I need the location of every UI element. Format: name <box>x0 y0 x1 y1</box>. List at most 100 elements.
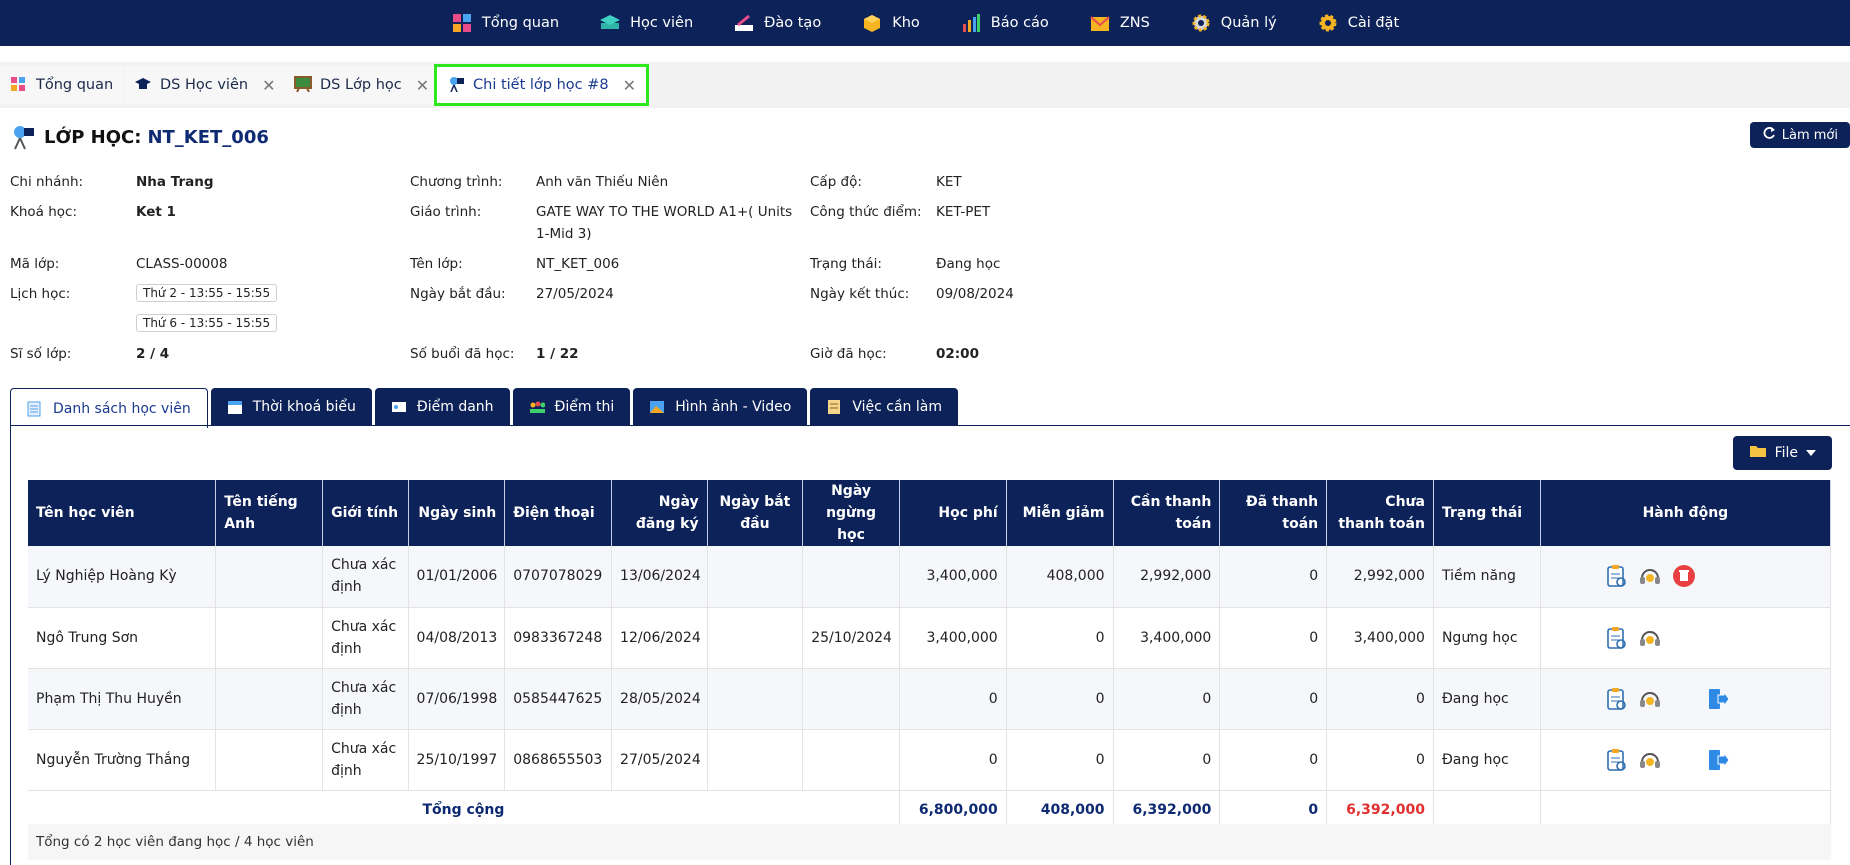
nav-overview[interactable]: Tổng quan <box>431 0 579 46</box>
clipboard-icon[interactable] <box>1603 747 1629 773</box>
column-header[interactable]: Trạng thái <box>1433 480 1541 546</box>
table-cell: 2,992,000 <box>1326 546 1434 608</box>
table-cell: 0868655503 <box>504 729 613 791</box>
column-header[interactable]: Giới tính <box>322 480 409 546</box>
table-cell <box>802 729 900 791</box>
table-row[interactable]: Lý Nghiệp Hoàng Kỳ Chưa xác định 01/01/200… <box>28 546 1832 608</box>
tab-student-list[interactable]: DS Học viên ✕ <box>124 66 286 104</box>
close-icon[interactable]: ✕ <box>262 76 275 95</box>
nav-manage[interactable]: Quản lý <box>1170 0 1297 46</box>
tab-class-list[interactable]: DS Lớp học ✕ <box>284 66 440 104</box>
headset-icon[interactable] <box>1637 625 1663 651</box>
curriculum-label: Giáo trình: <box>410 204 482 220</box>
table-cell: 2,992,000 <box>1113 546 1221 608</box>
students-icon <box>529 399 545 415</box>
column-header[interactable]: Điện thoại <box>504 480 613 546</box>
open-tabs-bar: Tổng quan DS Học viên ✕ DS Lớp học ✕ Chi… <box>0 62 1850 108</box>
section-tabs: Danh sách học viên Thời khoá biểu Điểm d… <box>10 388 958 428</box>
table-cell: Ngưng học <box>1433 607 1541 669</box>
table-cell <box>802 546 900 608</box>
table-cell <box>707 729 804 791</box>
table-cell: Chưa xác định <box>322 668 409 730</box>
nav-settings[interactable]: Cài đặt <box>1297 0 1419 46</box>
column-header[interactable]: Ngày đăng ký <box>611 480 708 546</box>
action-spacer <box>1671 747 1697 773</box>
column-header[interactable]: Học phí <box>899 480 1007 546</box>
column-header[interactable]: Ngày ngừng học <box>802 480 900 546</box>
column-header[interactable]: Miễn giảm <box>1006 480 1114 546</box>
tab-media[interactable]: Hình ảnh - Video <box>633 388 808 426</box>
nav-label: ZNS <box>1119 15 1150 31</box>
actions-cell <box>1540 607 1832 669</box>
tab-todo[interactable]: Việc cần làm <box>810 388 958 426</box>
table-cell: 0 <box>1219 668 1328 730</box>
curriculum-value: GATE WAY TO THE WORLD A1+( Units 1-Mid 3… <box>536 204 793 242</box>
file-menu-button[interactable]: File <box>1732 436 1832 470</box>
table-row[interactable]: Phạm Thị Thu Huyền Chưa xác định 07/06/199… <box>28 668 1832 730</box>
clipboard-icon[interactable] <box>1603 686 1629 712</box>
table-cell: 25/10/2024 <box>802 607 900 669</box>
table-cell <box>215 546 324 608</box>
column-header[interactable]: Tên học viên <box>28 480 217 546</box>
tab-overview[interactable]: Tổng quan <box>0 66 124 104</box>
headset-icon[interactable] <box>1637 747 1663 773</box>
column-header[interactable]: Đã thanh toán <box>1219 480 1328 546</box>
nav-label: Đào tạo <box>764 15 822 31</box>
start-date-label: Ngày bắt đầu: <box>410 286 506 302</box>
refresh-button[interactable]: Làm mới <box>1749 122 1850 148</box>
close-icon[interactable]: ✕ <box>416 76 429 95</box>
clipboard-icon[interactable] <box>1603 563 1629 589</box>
headset-icon[interactable] <box>1637 563 1663 589</box>
schedule-chip: Thứ 6 - 13:55 - 15:55 <box>136 314 278 332</box>
tab-student-roster[interactable]: Danh sách học viên <box>10 388 208 428</box>
headset-icon[interactable] <box>1637 686 1663 712</box>
nav-training[interactable]: Đào tạo <box>713 0 841 46</box>
transfer-icon[interactable] <box>1705 747 1731 773</box>
delete-icon[interactable] <box>1671 563 1697 589</box>
column-header[interactable]: Ngày bắt đầu <box>707 480 804 546</box>
program-value: Anh văn Thiếu Niên <box>536 174 669 190</box>
list-icon <box>27 401 43 417</box>
column-header[interactable]: Ngày sinh <box>408 480 506 546</box>
table-cell: 01/01/2006 <box>408 546 506 608</box>
table-cell: 0 <box>1006 729 1114 791</box>
course-label: Khoá học: <box>10 204 78 220</box>
table-row[interactable]: Nguyễn Trường Thắng Chưa xác định 25/10/19… <box>28 729 1832 791</box>
table-cell: 0585447625 <box>504 668 613 730</box>
settings-gear-icon <box>1317 12 1339 34</box>
tab-class-detail[interactable]: Chi tiết lớp học #8 ✕ <box>434 64 650 106</box>
table-cell: Chưa xác định <box>322 546 409 608</box>
class-code-title: NT_KET_006 <box>147 126 269 148</box>
table-cell: 0 <box>899 729 1007 791</box>
graduation-cap-icon <box>134 76 152 94</box>
tab-timetable[interactable]: Thời khoá biểu <box>210 388 372 426</box>
column-header[interactable]: Cần thanh toán <box>1113 480 1221 546</box>
table-cell <box>707 607 804 669</box>
tab-label: Tổng quan <box>36 77 114 93</box>
clipboard-icon[interactable] <box>1603 625 1629 651</box>
close-icon[interactable]: ✕ <box>623 76 636 95</box>
column-header[interactable]: Chưa thanh toán <box>1326 480 1434 546</box>
table-cell <box>215 607 324 669</box>
nav-zns[interactable]: ZNS <box>1069 0 1170 46</box>
table-cell: 0 <box>1113 668 1221 730</box>
hours-label: Giờ đã học: <box>810 346 887 362</box>
nav-reports[interactable]: Báo cáo <box>940 0 1069 46</box>
board-icon <box>294 76 312 94</box>
attendance-icon <box>391 399 407 415</box>
tab-exam-scores[interactable]: Điểm thi <box>512 388 631 426</box>
transfer-icon[interactable] <box>1705 686 1731 712</box>
nav-students[interactable]: Học viên <box>579 0 713 46</box>
status-label: Trạng thái: <box>810 256 882 272</box>
column-header[interactable]: Tên tiếng Anh <box>215 480 324 546</box>
class-size-value: 2 / 4 <box>136 346 170 362</box>
projector-icon <box>447 76 465 94</box>
action-spacer <box>1671 686 1697 712</box>
tab-label: Hình ảnh - Video <box>675 399 792 415</box>
table-cell: 25/10/1997 <box>408 729 506 791</box>
table-cell: 13/06/2024 <box>611 546 708 608</box>
level-value: KET <box>936 174 962 190</box>
nav-warehouse[interactable]: Kho <box>841 0 940 46</box>
table-row[interactable]: Ngô Trung Sơn Chưa xác định 04/08/2013 0983… <box>28 607 1832 669</box>
tab-attendance[interactable]: Điểm danh <box>374 388 510 426</box>
